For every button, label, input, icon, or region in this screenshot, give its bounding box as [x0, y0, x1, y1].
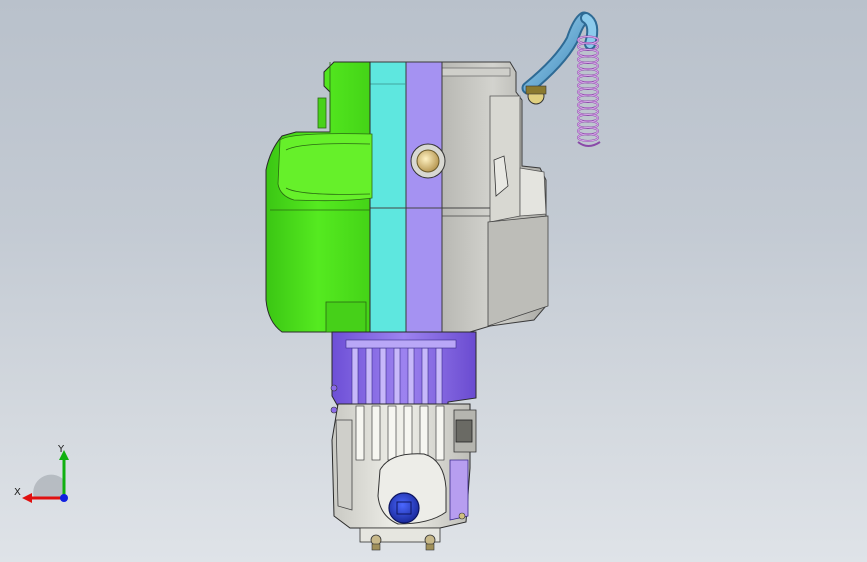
left-cover[interactable]: [265, 61, 373, 333]
x-axis-label: X: [14, 487, 21, 498]
purple-section[interactable]: [403, 61, 443, 333]
cyan-section[interactable]: [367, 61, 407, 333]
exhaust-pipe[interactable]: [521, 11, 599, 95]
spring[interactable]: [577, 35, 601, 147]
cylinder-block[interactable]: [331, 331, 477, 411]
triad-plane-icon: [33, 474, 64, 498]
z-axis-icon: [60, 494, 68, 502]
drain-plug[interactable]: [388, 492, 420, 524]
coordinate-triad: Y X: [14, 444, 69, 503]
x-axis-arrow-icon: [22, 493, 32, 503]
engine-model[interactable]: [0, 0, 867, 562]
y-axis-label: Y: [57, 444, 65, 455]
oil-filler-plug[interactable]: [410, 143, 446, 179]
crankcase[interactable]: [439, 61, 549, 333]
graphics-viewport[interactable]: Y X: [0, 0, 867, 562]
